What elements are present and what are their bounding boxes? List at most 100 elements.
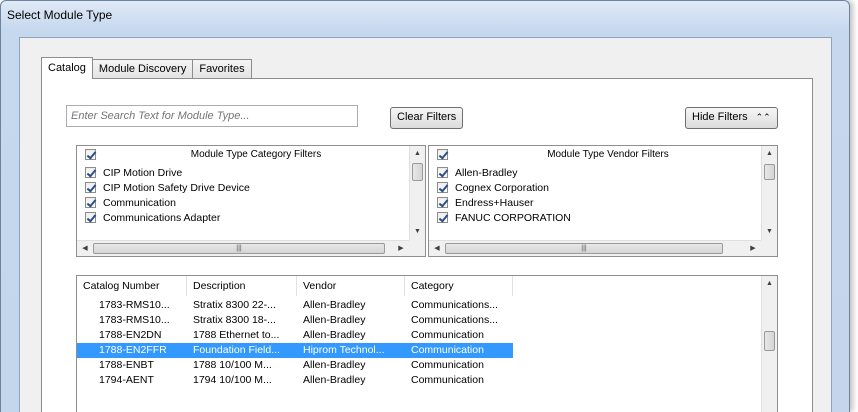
filter-label: CIP Motion Safety Drive Device — [103, 182, 250, 194]
filter-checkbox[interactable] — [437, 212, 448, 223]
cell-catalog-number: 1788-ENBT — [99, 359, 154, 371]
cell-vendor: Allen-Bradley — [303, 314, 366, 326]
vendor-filters-header: Module Type Vendor Filters — [429, 146, 761, 164]
column-header-vendor[interactable]: Vendor — [297, 276, 405, 296]
filter-checkbox[interactable] — [437, 182, 448, 193]
list-item[interactable]: Allen-Bradley — [429, 165, 761, 180]
scroll-down-icon[interactable]: ▼ — [762, 225, 777, 239]
filter-checkbox[interactable] — [85, 197, 96, 208]
category-filters-title: Module Type Category Filters — [190, 149, 322, 160]
scroll-thumb[interactable]: ||| — [445, 243, 723, 254]
scroll-up-icon[interactable]: ▲ — [762, 277, 777, 291]
scroll-thumb[interactable]: ||| — [93, 243, 385, 254]
scroll-right-icon[interactable]: ▶ — [394, 241, 408, 256]
cell-catalog-number: 1783-RMS10... — [99, 314, 170, 326]
vertical-scrollbar[interactable]: ▲ ▼ — [761, 146, 777, 240]
cell-description: 1788 Ethernet to... — [193, 329, 280, 341]
scroll-right-icon[interactable]: ▶ — [746, 241, 760, 256]
category-select-all-checkbox[interactable] — [85, 149, 96, 160]
catalog-tab-panel: Clear Filters Hide Filters ⌃⌃ Module Type… — [41, 78, 813, 412]
title-bar[interactable]: Select Module Type — [1, 1, 849, 29]
filter-checkbox[interactable] — [85, 182, 96, 193]
vendor-filters-title: Module Type Vendor Filters — [547, 149, 669, 160]
cell-catalog-number: 1788-EN2DN — [99, 329, 162, 341]
dialog-window: Select Module Type Catalog Module Discov… — [0, 0, 850, 412]
scroll-thumb[interactable] — [412, 163, 423, 181]
filter-label: Endress+Hauser — [455, 197, 534, 209]
filter-checkbox[interactable] — [85, 212, 96, 223]
list-item[interactable]: Communications Adapter — [77, 210, 409, 225]
cell-category: Communication — [411, 329, 484, 341]
filter-label: Communications Adapter — [103, 212, 221, 224]
table-body: 1783-RMS10... Stratix 8300 22-... Allen-Br… — [77, 298, 761, 388]
horizontal-scrollbar[interactable]: ◀ ||| ▶ — [429, 240, 761, 256]
scroll-corner — [409, 240, 425, 256]
vendor-filters-panel: Module Type Vendor Filters Allen-Bradley… — [428, 145, 778, 257]
cell-category: Communications... — [411, 314, 498, 326]
column-header-description[interactable]: Description — [187, 276, 297, 296]
cell-category: Communications... — [411, 299, 498, 311]
table-row[interactable]: 1788-EN2DN 1788 Ethernet to... Allen-Bradl… — [77, 328, 761, 343]
list-item[interactable]: Cognex Corporation — [429, 180, 761, 195]
cell-vendor: Allen-Bradley — [303, 359, 366, 371]
table-row[interactable]: 1788-EN2FFR Foundation Field... Hiprom Tec… — [77, 343, 761, 358]
table-row[interactable]: 1783-RMS10... Stratix 8300 22-... Allen-Br… — [77, 298, 761, 313]
scroll-left-icon[interactable]: ◀ — [430, 241, 444, 256]
search-input[interactable] — [66, 105, 358, 127]
window-title: Select Module Type — [7, 8, 113, 22]
cell-catalog-number: 1783-RMS10... — [99, 299, 170, 311]
hide-filters-button[interactable]: Hide Filters ⌃⌃ — [685, 107, 778, 129]
cell-vendor: Hiprom Technol... — [297, 343, 405, 358]
filter-checkbox[interactable] — [437, 197, 448, 208]
tab-module-discovery[interactable]: Module Discovery — [92, 59, 194, 79]
vertical-scrollbar[interactable]: ▲ — [761, 276, 777, 412]
category-filters-header: Module Type Category Filters — [77, 146, 409, 164]
cell-vendor: Allen-Bradley — [303, 374, 366, 386]
list-item[interactable]: CIP Motion Drive — [77, 165, 409, 180]
filter-label: Allen-Bradley — [455, 167, 518, 179]
category-filters-panel: Module Type Category Filters CIP Motion … — [76, 145, 426, 257]
column-header-catalog-number[interactable]: Catalog Number — [77, 276, 187, 296]
tab-strip: Catalog Module Discovery Favorites — [41, 57, 252, 79]
vendor-filter-list: Allen-Bradley Cognex Corporation Endress… — [429, 165, 761, 225]
scroll-down-icon[interactable]: ▼ — [410, 225, 425, 239]
cell-description: Stratix 8300 18-... — [193, 314, 276, 326]
cell-description: 1794 10/100 M... — [193, 374, 272, 386]
scroll-left-icon[interactable]: ◀ — [78, 241, 92, 256]
filter-label: Cognex Corporation — [455, 182, 549, 194]
hide-filters-label: Hide Filters — [692, 111, 748, 123]
column-header-category[interactable]: Category — [405, 276, 513, 296]
cell-description: Stratix 8300 22-... — [193, 299, 276, 311]
cell-catalog-number: 1788-EN2FFR — [77, 343, 187, 358]
cell-description: Foundation Field... — [187, 343, 297, 358]
horizontal-scrollbar[interactable]: ◀ ||| ▶ — [77, 240, 409, 256]
list-item[interactable]: Communication — [77, 195, 409, 210]
clear-filters-button[interactable]: Clear Filters — [390, 107, 464, 129]
list-item[interactable]: Endress+Hauser — [429, 195, 761, 210]
filter-label: Communication — [103, 197, 176, 209]
dialog-client-area: Catalog Module Discovery Favorites Clear… — [19, 37, 832, 412]
tab-favorites[interactable]: Favorites — [193, 59, 252, 79]
scroll-thumb[interactable] — [764, 164, 775, 180]
scroll-up-icon[interactable]: ▲ — [410, 147, 425, 161]
list-item[interactable]: CIP Motion Safety Drive Device — [77, 180, 409, 195]
filter-label: CIP Motion Drive — [103, 167, 183, 179]
cell-vendor: Allen-Bradley — [303, 329, 366, 341]
scroll-up-icon[interactable]: ▲ — [762, 147, 777, 161]
catalog-table: Catalog Number Description Vendor Catego… — [76, 275, 778, 412]
vertical-scrollbar[interactable]: ▲ ▼ — [409, 146, 425, 240]
scroll-thumb[interactable] — [764, 331, 775, 351]
table-row[interactable]: 1783-RMS10... Stratix 8300 18-... Allen-Br… — [77, 313, 761, 328]
table-header: Catalog Number Description Vendor Catego… — [77, 276, 761, 296]
cell-category: Communication — [405, 343, 513, 358]
cell-vendor: Allen-Bradley — [303, 299, 366, 311]
vendor-select-all-checkbox[interactable] — [437, 149, 448, 160]
cell-category: Communication — [411, 374, 484, 386]
tab-catalog[interactable]: Catalog — [41, 57, 93, 79]
table-row[interactable]: 1788-ENBT 1788 10/100 M... Allen-Bradley Co… — [77, 358, 761, 373]
filter-checkbox[interactable] — [437, 167, 448, 178]
scroll-corner — [761, 240, 777, 256]
filter-checkbox[interactable] — [85, 167, 96, 178]
list-item[interactable]: FANUC CORPORATION — [429, 210, 761, 225]
table-row[interactable]: 1794-AENT 1794 10/100 M... Allen-Bradley Co… — [77, 373, 761, 388]
